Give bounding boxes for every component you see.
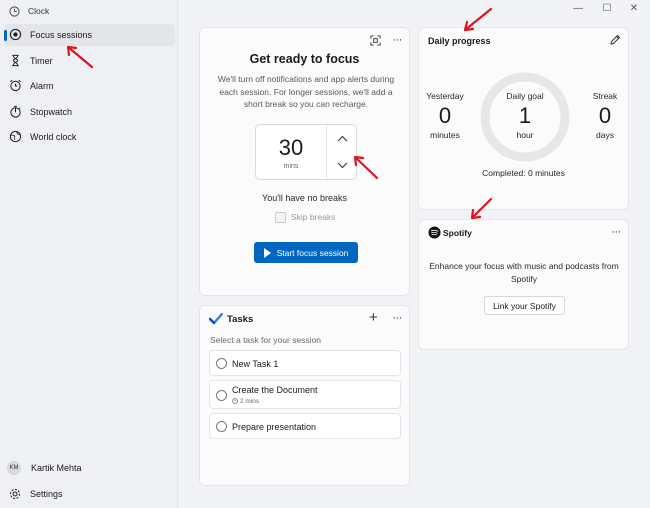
user-account[interactable]: KM Kartik Mehta [6,459,174,477]
sidebar-item-alarm[interactable]: Alarm [4,75,175,97]
tasks-hint: Select a task for your session [210,335,322,345]
task-label: New Task 1 [232,359,279,369]
settings-label: Settings [30,489,63,499]
goal-unit: hour [516,130,534,140]
sidebar-item-label: Timer [30,56,53,66]
gear-icon [10,489,20,499]
streak-value: 0 [598,103,612,128]
focus-title: Get ready to focus [249,52,360,66]
duration-value[interactable]: 30 [256,135,326,161]
settings-button[interactable]: Settings [4,485,175,503]
goal-value: 1 [518,103,532,128]
alarm-icon [10,79,21,92]
task-item[interactable]: Create the Document 2 mins [209,380,401,409]
skip-breaks-checkbox[interactable]: Skip breaks [275,211,335,223]
tasks-card: Tasks + ··· Select a task for your sessi… [199,305,410,486]
more-options-button[interactable]: ··· [390,313,404,325]
task-label: Prepare presentation [232,422,317,432]
task-item[interactable]: New Task 1 [209,350,401,376]
sidebar-item-label: Stopwatch [30,107,73,117]
hourglass-icon [12,54,19,67]
task-complete-radio[interactable] [216,421,227,432]
globe-icon [9,130,22,143]
clock-app-icon [9,6,20,17]
edit-icon[interactable] [609,34,621,46]
tasks-title: Tasks [227,314,254,325]
stopwatch-icon [10,105,21,118]
app-title: Clock [28,6,50,16]
spotify-card: Spotify ··· Enhance your focus with musi… [418,219,629,350]
maximize-button[interactable]: ☐ [601,3,613,15]
checkbox[interactable] [275,211,286,223]
increase-button[interactable] [327,125,357,152]
yesterday-value: 0 [438,103,452,128]
streak-label: Streak [592,91,618,101]
close-button[interactable]: ✕ [628,3,640,15]
daily-progress-card: Daily progress Yesterday 0 minutes Daily… [418,27,629,210]
annotation-arrow [66,45,94,69]
yesterday-label: Yesterday [426,91,464,101]
focus-icon [9,28,22,41]
minimize-button[interactable]: — [572,3,584,15]
daily-goal-stat: Daily goal 1 hour [489,91,561,140]
todo-icon [209,313,223,325]
more-options-button[interactable]: ··· [390,35,404,47]
sidebar-item-label: Alarm [30,81,54,91]
clock-window: Clock Focus sessions Timer Alarm Stopwat… [0,0,650,508]
pop-out-icon[interactable] [370,35,381,46]
task-label: Create the Document [232,385,318,395]
daily-progress-title: Daily progress [428,36,491,46]
streak-unit: days [596,130,614,140]
streak-stat: Streak 0 days [585,91,625,140]
more-options-button[interactable]: ··· [609,227,623,239]
annotation-arrow [463,7,493,32]
duration-unit: mins [283,163,299,170]
completed-text: Completed: 0 minutes [482,168,565,178]
task-duration: 2 mins [240,398,260,405]
yesterday-unit: minutes [430,130,460,140]
active-indicator [4,30,7,41]
annotation-arrow [470,197,493,220]
sidebar-item-world-clock[interactable]: World clock [4,126,175,148]
sidebar: Clock Focus sessions Timer Alarm Stopwat… [0,0,178,508]
task-item[interactable]: Prepare presentation [209,413,401,439]
add-task-button[interactable]: + [369,309,378,326]
goal-label: Daily goal [506,91,544,101]
task-complete-radio[interactable] [216,390,227,401]
sidebar-item-label: Focus sessions [30,30,93,40]
start-focus-session-button[interactable]: Start focus session [254,242,358,263]
task-complete-radio[interactable] [216,358,227,369]
chevron-down-icon [337,162,347,169]
clock-icon [232,398,238,404]
start-button-label: Start focus session [276,247,349,258]
spotify-logo-icon [428,226,441,239]
spotify-name: Spotify [443,228,472,238]
focus-duration-stepper[interactable]: 30 mins [255,124,357,180]
yesterday-stat: Yesterday 0 minutes [423,91,467,140]
user-name: Kartik Mehta [31,463,82,473]
spotify-description: Enhance your focus with music and podcas… [429,261,619,284]
link-spotify-button[interactable]: Link your Spotify [484,296,565,315]
chevron-up-icon [337,135,347,142]
annotation-arrow [353,155,379,180]
play-icon [263,247,271,258]
skip-breaks-label: Skip breaks [291,212,336,222]
sidebar-item-label: World clock [30,132,77,142]
breaks-text: You'll have no breaks [262,193,347,203]
focus-description: We'll turn off notifications and app ale… [217,74,395,109]
sidebar-item-stopwatch[interactable]: Stopwatch [4,101,175,123]
avatar: KM [7,461,21,475]
